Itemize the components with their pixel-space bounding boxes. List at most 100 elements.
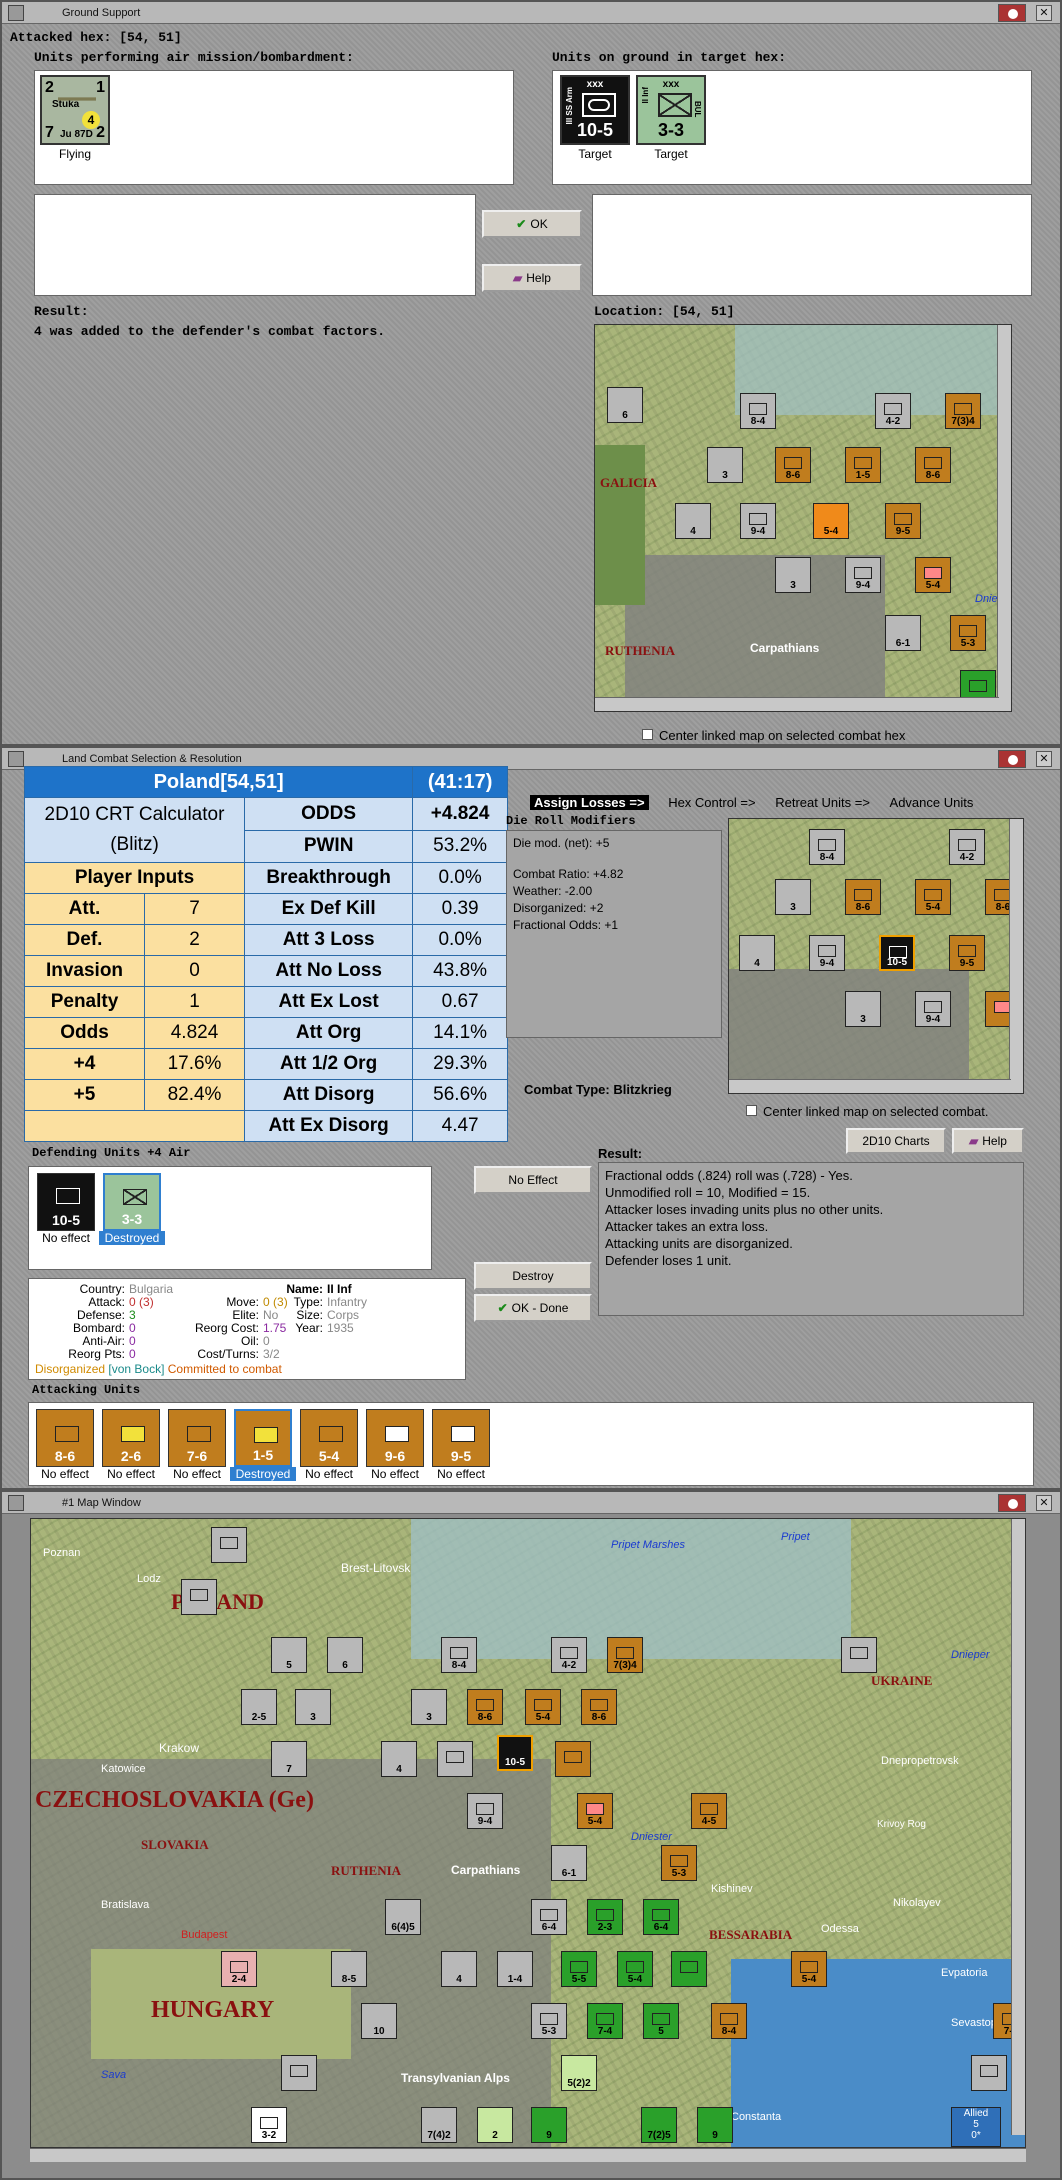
map-unit[interactable]: 10 <box>361 2003 397 2039</box>
map-unit[interactable]: 7(2)5 <box>641 2107 677 2143</box>
map-unit[interactable] <box>281 2055 317 2091</box>
map-unit[interactable]: 8-4 <box>809 829 845 865</box>
attacker-counter[interactable]: 2-6 <box>102 1409 160 1467</box>
defender-counter[interactable]: 10-5 <box>37 1173 95 1231</box>
attacker-card[interactable]: 5-4 No effect <box>296 1409 362 1481</box>
map-unit[interactable] <box>555 1741 591 1777</box>
attacker-card[interactable]: 9-6 No effect <box>362 1409 428 1481</box>
center-combat-checkbox[interactable] <box>746 1105 757 1116</box>
map-unit[interactable]: 5-4 <box>915 557 951 593</box>
map-unit[interactable]: 5-4 <box>525 1689 561 1725</box>
attacker-card[interactable]: 9-5 No effect <box>428 1409 494 1481</box>
map-unit[interactable]: 3 <box>775 879 811 915</box>
map-unit[interactable]: 5-3 <box>531 2003 567 2039</box>
stuka-counter[interactable]: 2 1 Stuka 4 7 Ju 87D 2 <box>40 75 110 145</box>
map-unit[interactable]: 8-4 <box>711 2003 747 2039</box>
map-unit[interactable] <box>437 1741 473 1777</box>
close-icon[interactable]: ✕ <box>1036 5 1052 21</box>
charts-button[interactable]: 2D10 Charts <box>846 1128 946 1154</box>
map-unit[interactable]: 3 <box>845 991 881 1027</box>
map-vertical-scrollbar[interactable] <box>1011 1519 1025 2135</box>
map-unit[interactable]: 9-5 <box>949 935 985 971</box>
combat-help-button[interactable]: ▰ Help <box>952 1128 1024 1154</box>
ok-button[interactable]: ✔ OK <box>482 210 582 238</box>
map-unit[interactable]: 6 <box>327 1637 363 1673</box>
map-unit[interactable]: 9-4 <box>467 1793 503 1829</box>
map-unit[interactable]: 5-3 <box>661 1845 697 1881</box>
map-horizontal-scrollbar[interactable] <box>30 2148 1026 2162</box>
map-unit[interactable]: 4 <box>739 935 775 971</box>
map-unit[interactable]: 8-6 <box>845 879 881 915</box>
map-vertical-scrollbar[interactable] <box>1009 819 1023 1093</box>
ground-support-mini-map[interactable]: 6 8-4 4-2 7(3)4 3 8-6 1-5 8-6 4 9-4 5-4 … <box>594 324 1012 712</box>
map-unit[interactable]: 5-4 <box>617 1951 653 1987</box>
help-button[interactable]: ▰ Help <box>482 264 582 292</box>
map-unit[interactable]: 9-5 <box>885 503 921 539</box>
map-unit[interactable] <box>181 1579 217 1615</box>
destroy-button[interactable]: Destroy <box>474 1262 592 1290</box>
map-unit[interactable]: 9-4 <box>809 935 845 971</box>
close-icon[interactable]: ✕ <box>1036 751 1052 767</box>
map-unit[interactable]: 7(3)4 <box>945 393 981 429</box>
attacker-counter[interactable]: 7-6 <box>168 1409 226 1467</box>
ground-support-titlebar[interactable]: Ground Support ✕ <box>2 2 1060 24</box>
no-effect-button[interactable]: No Effect <box>474 1166 592 1194</box>
map-unit[interactable]: 5-4 <box>915 879 951 915</box>
map-unit[interactable] <box>211 1527 247 1563</box>
ground-unit-card-1[interactable]: xxx III SS Arm 10-5 Target <box>559 75 631 161</box>
map-unit[interactable]: 5 <box>643 2003 679 2039</box>
combat-mini-map[interactable]: 8-4 4-2 3 8-6 5-4 8-6 4 9-4 10-5 9-5 3 9… <box>728 818 1024 1094</box>
map-unit[interactable]: 2-5 <box>241 1689 277 1725</box>
main-map[interactable]: POLAND CZECHOSLOVAKIA (Ge) HUNGARY UKRAI… <box>30 1518 1026 2148</box>
map-unit[interactable] <box>841 1637 877 1673</box>
map-unit[interactable] <box>971 2055 1007 2091</box>
map-unit[interactable]: 4-2 <box>551 1637 587 1673</box>
map-unit[interactable]: 8-6 <box>775 447 811 483</box>
map-unit[interactable]: 7-4 <box>587 2003 623 2039</box>
map-unit[interactable]: 8-6 <box>581 1689 617 1725</box>
ok-done-button[interactable]: ✔ OK - Done <box>474 1294 592 1322</box>
map-unit[interactable]: 5-4 <box>791 1951 827 1987</box>
close-icon[interactable]: ✕ <box>1036 1495 1052 1511</box>
allied-turn-marker[interactable]: Allied 5 0* <box>951 2107 1001 2147</box>
map-unit[interactable]: 1-4 <box>497 1951 533 1987</box>
map-unit[interactable]: 8-6 <box>467 1689 503 1725</box>
map-unit[interactable]: 4 <box>675 503 711 539</box>
map-unit[interactable]: 7(3)4 <box>607 1637 643 1673</box>
map-unit[interactable]: 6(4)5 <box>385 1899 421 1935</box>
map-unit[interactable]: 9-4 <box>740 503 776 539</box>
map-unit[interactable]: 6-1 <box>885 615 921 651</box>
attacker-card[interactable]: 8-6 No effect <box>32 1409 98 1481</box>
map-unit[interactable]: 2-3 <box>587 1899 623 1935</box>
attacker-card[interactable]: 7-6 No effect <box>164 1409 230 1481</box>
map-unit[interactable]: 2-4 <box>221 1951 257 1987</box>
input-value[interactable]: 2 <box>144 924 245 956</box>
tab-assign-losses[interactable]: Assign Losses => <box>530 795 649 810</box>
iii-ss-arm-counter[interactable]: xxx III SS Arm 10-5 <box>560 75 630 145</box>
attacker-counter[interactable]: 5-4 <box>300 1409 358 1467</box>
map-unit[interactable]: 8-4 <box>441 1637 477 1673</box>
map-unit[interactable]: 4 <box>381 1741 417 1777</box>
map-unit[interactable]: 5-5 <box>561 1951 597 1987</box>
map-unit[interactable]: 3 <box>707 447 743 483</box>
attacker-counter[interactable]: 9-6 <box>366 1409 424 1467</box>
map-unit[interactable]: 4-2 <box>875 393 911 429</box>
input-value[interactable]: 7 <box>144 893 245 925</box>
map-unit[interactable]: 6-4 <box>531 1899 567 1935</box>
map-unit[interactable]: 3-2 <box>251 2107 287 2143</box>
attacker-counter[interactable]: 9-5 <box>432 1409 490 1467</box>
selected-combat-hex-unit[interactable]: 10-5 <box>879 935 915 971</box>
map-horizontal-scrollbar[interactable] <box>595 697 999 711</box>
defender-card-2[interactable]: 3-3 Destroyed <box>99 1173 165 1245</box>
map-unit[interactable]: 8-5 <box>331 1951 367 1987</box>
tab-advance-units[interactable]: Advance Units <box>890 795 974 810</box>
map-unit[interactable]: 9 <box>531 2107 567 2143</box>
map-unit[interactable] <box>671 1951 707 1987</box>
map-unit[interactable]: 2 <box>477 2107 513 2143</box>
map-unit[interactable]: 8-6 <box>915 447 951 483</box>
map-unit[interactable]: 6 <box>607 387 643 423</box>
ii-inf-counter[interactable]: xxx II Inf BUL 3-3 <box>636 75 706 145</box>
combat-explosion-icon[interactable]: 5-4 <box>813 503 849 539</box>
ground-unit-card-2[interactable]: xxx II Inf BUL 3-3 Target <box>635 75 707 161</box>
defender-card-1[interactable]: 10-5 No effect <box>33 1173 99 1245</box>
